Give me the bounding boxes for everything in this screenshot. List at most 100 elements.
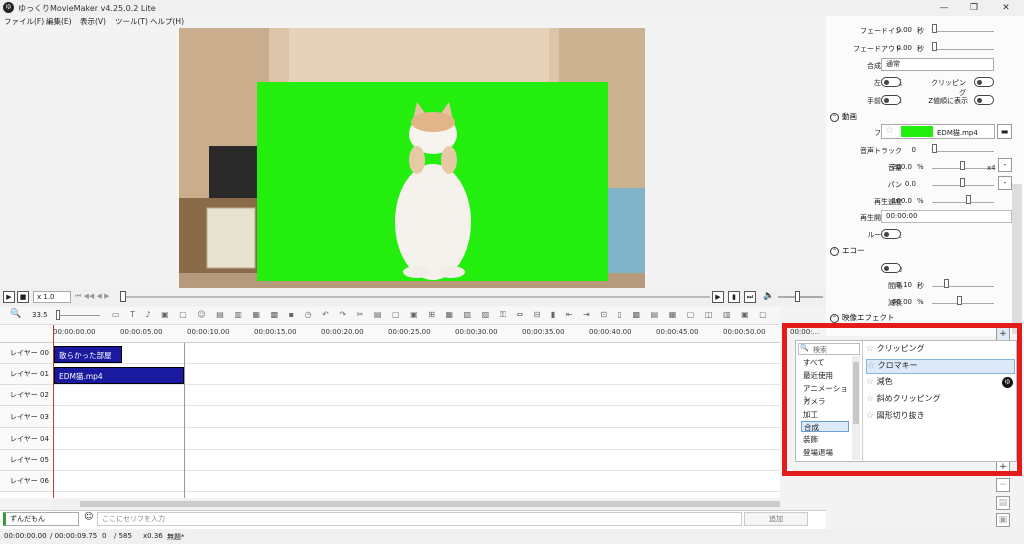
zoom-thumb[interactable] (56, 310, 60, 320)
window-title: ゆっくりMovieMaker v4.25.0.2 Lite (18, 4, 156, 13)
layer-header-03[interactable]: レイヤー 03 (0, 407, 52, 428)
end-button[interactable]: ⏭ (744, 291, 756, 303)
favorite-star-icon[interactable]: ☆ (885, 125, 894, 136)
green-screen-video[interactable] (257, 82, 608, 281)
play-button[interactable]: ▶ (3, 291, 15, 303)
menu-tool[interactable]: ツール(T) (115, 16, 148, 27)
character-icon[interactable]: ☺ (84, 512, 93, 522)
fadein-slider[interactable] (932, 24, 994, 32)
layer-header-02[interactable]: レイヤー 02 (0, 385, 52, 406)
stop-button[interactable]: ■ (17, 291, 29, 303)
add-button[interactable]: 追加 (744, 512, 808, 526)
speed-slider[interactable] (932, 195, 994, 203)
cat-figure (395, 102, 471, 280)
timeline-scroll-thumb[interactable] (80, 501, 780, 507)
copy-effect-icon[interactable]: ▤ (996, 496, 1010, 510)
fadein-value[interactable]: 0.00 (872, 26, 912, 34)
zoom-slider[interactable] (56, 315, 100, 316)
layer-header-05[interactable]: レイヤー 05 (0, 450, 52, 471)
layer-row[interactable] (52, 343, 780, 364)
echo-enabled-toggle[interactable] (881, 263, 901, 273)
front-toggle[interactable] (881, 95, 901, 105)
fadeout-value[interactable]: 0.00 (872, 44, 912, 52)
ruler-tick: 00:00:20.00 (321, 328, 364, 336)
layer-row[interactable] (52, 385, 780, 406)
layer-row[interactable] (52, 429, 780, 450)
interval-slider[interactable] (932, 279, 994, 287)
audio-track-thumb[interactable] (932, 144, 937, 153)
pan-minus-button[interactable]: - (998, 176, 1012, 190)
speed-value[interactable]: 100.0 (872, 197, 912, 205)
status-duration: / 00:00:09.75 (50, 532, 98, 540)
next-button[interactable]: ▶ (712, 291, 724, 303)
fadeout-slider[interactable] (932, 42, 994, 50)
playhead[interactable] (53, 325, 54, 498)
audio-track-value[interactable]: 0 (876, 146, 916, 154)
layer-row[interactable] (52, 450, 780, 471)
volume-minus-button[interactable]: - (998, 158, 1012, 172)
timeline-end-marker (184, 343, 185, 498)
folder-icon[interactable]: ▬ (997, 124, 1012, 139)
volume-prop-thumb[interactable] (960, 161, 965, 170)
seek-thumb[interactable] (120, 291, 126, 302)
fadeout-thumb[interactable] (932, 42, 937, 51)
maximize-button[interactable]: ❐ (960, 1, 988, 15)
layer-row[interactable] (52, 407, 780, 428)
menu-file[interactable]: ファイル(F) (4, 16, 44, 27)
save-effect-icon[interactable]: ▣ (996, 513, 1010, 527)
toolbar-icons[interactable]: ▭ T ♪ ▣ ▢ ☺ ▤ ▥ ▦ ▩ ▪ ◷ ↶ ↷ ✂ ▤ ▢ ▣ ⊞ ▦ … (112, 310, 772, 320)
minimize-button[interactable]: — (930, 1, 958, 15)
layer-row[interactable] (52, 471, 780, 492)
file-name: EDM猫.mp4 (937, 129, 978, 137)
blend-mode-select[interactable]: 通常 (881, 58, 994, 71)
video-effect-section-label: 映像エフェクト (842, 313, 895, 322)
echo-section-header[interactable]: ⌃ エコー (830, 245, 865, 256)
decay-slider[interactable] (932, 296, 994, 304)
video-effect-section-header[interactable]: ⌃ 映像エフェクト (830, 312, 895, 323)
clipping-label: クリッピング (931, 79, 966, 97)
decay-thumb[interactable] (957, 296, 962, 305)
status-zoom: x0.36 (143, 532, 163, 540)
volume-value[interactable]: 200.0 (872, 163, 912, 171)
audio-track-slider[interactable] (932, 144, 994, 152)
volume-slider[interactable] (778, 296, 823, 298)
layer-header-00[interactable]: レイヤー 00 (0, 343, 52, 364)
layer-header-04[interactable]: レイヤー 04 (0, 429, 52, 450)
menu-help[interactable]: ヘルプ(H) (150, 16, 184, 27)
volume-icon[interactable]: 🔈 (763, 291, 774, 301)
seek-bar[interactable] (120, 296, 710, 298)
video-section-header[interactable]: ⌃ 動画 (830, 111, 857, 122)
interval-thumb[interactable] (944, 279, 949, 288)
volume-thumb[interactable] (795, 291, 800, 302)
speed-select[interactable]: x 1.0 (33, 291, 71, 303)
zorder-toggle[interactable] (974, 95, 994, 105)
interval-value[interactable]: 0.10 (872, 281, 912, 289)
speed-thumb[interactable] (966, 195, 971, 204)
remove-effect-button[interactable]: − (996, 478, 1010, 492)
pan-value[interactable]: 0.0 (876, 180, 916, 188)
layer-header-01[interactable]: レイヤー 01 (0, 364, 52, 385)
loop-toggle[interactable] (881, 229, 901, 239)
frame-nav-icons[interactable]: ⏮ ◀◀ ◀ ▶ (75, 292, 110, 301)
clipping-toggle[interactable] (974, 77, 994, 87)
ruler-tick: 00:00:00.00 (53, 328, 96, 336)
clip-edm-cat-video[interactable]: EDM猫.mp4 (54, 367, 184, 384)
decay-unit: % (917, 298, 924, 306)
ruler-tick: 00:00:30.00 (455, 328, 498, 336)
clip-room-image[interactable]: 散らかった部屋（き (54, 346, 122, 377)
zorder-label: Z値順に表示 (928, 97, 968, 105)
character-select[interactable]: ずんだもん (3, 512, 79, 526)
layer-header-06[interactable]: レイヤー 06 (0, 471, 52, 492)
step-button[interactable]: ▮ (728, 291, 740, 303)
dialogue-input[interactable] (97, 512, 742, 526)
fadeout-unit: 秒 (917, 45, 924, 53)
start-pos-input[interactable]: 00:00:00 (881, 210, 1012, 223)
fadein-thumb[interactable] (932, 24, 937, 33)
menu-edit[interactable]: 編集(E) (46, 16, 72, 27)
close-button[interactable]: ✕ (992, 1, 1020, 15)
pan-thumb[interactable] (960, 178, 965, 187)
decay-value[interactable]: 40.00 (872, 298, 912, 306)
menu-view[interactable]: 表示(V) (80, 16, 106, 27)
properties-scrollbar[interactable] (1012, 184, 1022, 334)
flip-toggle[interactable] (881, 77, 901, 87)
